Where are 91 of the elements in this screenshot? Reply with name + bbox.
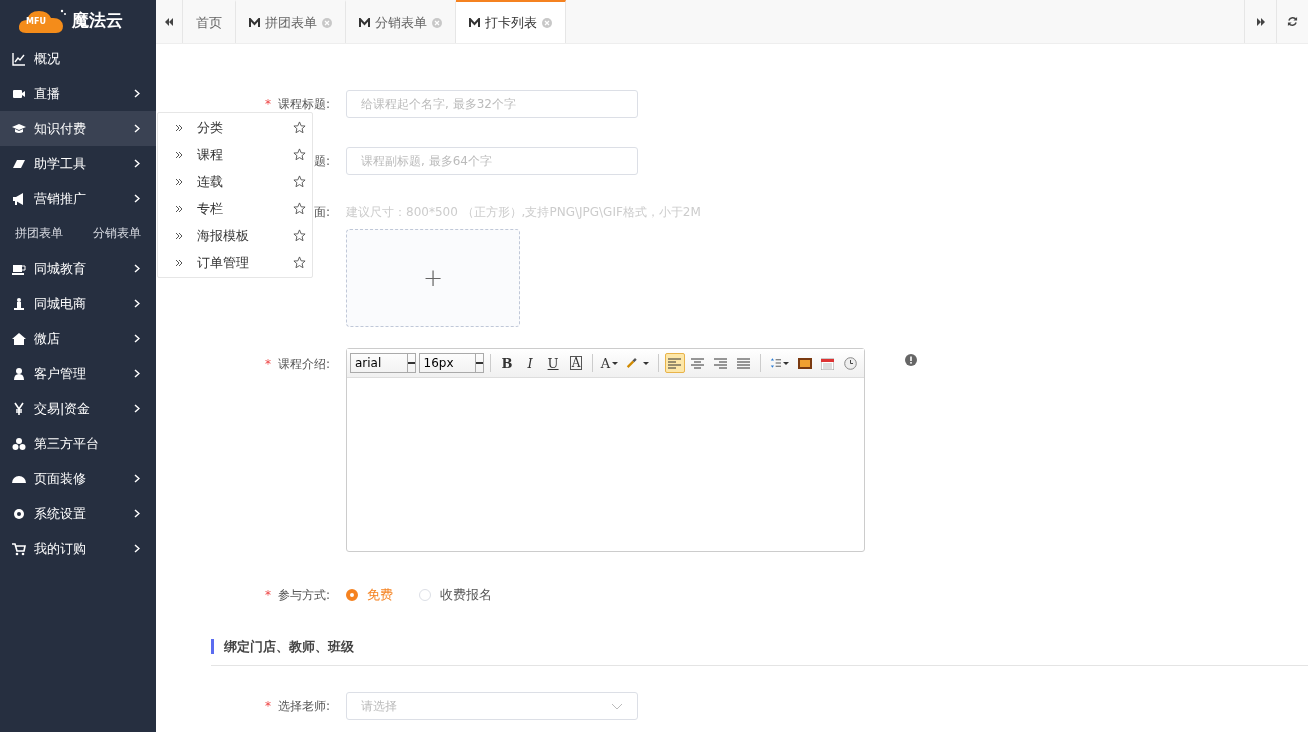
required-mark: * xyxy=(264,97,271,111)
clock-icon xyxy=(844,356,858,370)
section-title: 绑定门店、教师、班级 xyxy=(211,639,354,654)
double-chevron-icon xyxy=(175,177,183,186)
star-icon[interactable] xyxy=(293,175,306,188)
sidebar-item[interactable]: 客户管理 xyxy=(0,356,156,391)
sidebar-item[interactable]: 营销推广 xyxy=(0,181,156,216)
submenu-item[interactable]: 订单管理 xyxy=(158,249,312,276)
align-center-icon xyxy=(691,357,705,369)
double-chevron-icon xyxy=(175,231,183,240)
sidebar-item[interactable]: 知识付费 xyxy=(0,111,156,146)
megaphone-icon xyxy=(12,191,26,206)
star-icon[interactable] xyxy=(293,121,306,134)
field-label: 参与方式: xyxy=(277,586,330,604)
double-chevron-icon xyxy=(175,150,183,159)
rich-text-editor[interactable]: arial 16px B I U A A xyxy=(346,348,865,552)
cap-icon xyxy=(12,121,26,136)
align-left-icon xyxy=(668,357,682,369)
format-button[interactable]: A xyxy=(566,353,587,373)
format-button[interactable]: B xyxy=(497,353,518,373)
figure-icon xyxy=(12,296,26,311)
sidebar-item[interactable]: 同城教育 xyxy=(0,251,156,286)
close-icon[interactable] xyxy=(542,17,552,28)
m-icon xyxy=(249,17,260,28)
double-left-icon xyxy=(164,16,174,27)
field-label: 面: xyxy=(313,203,330,221)
brand-name: 魔法云 xyxy=(72,9,123,32)
close-icon[interactable] xyxy=(432,17,442,28)
star-icon[interactable] xyxy=(293,229,306,242)
close-icon[interactable] xyxy=(322,17,332,28)
chart-icon xyxy=(12,51,26,66)
double-right-icon xyxy=(1255,16,1266,27)
submenu-item[interactable]: 课程 xyxy=(158,141,312,168)
submenu-item[interactable]: 海报模板 xyxy=(158,222,312,249)
sidebar-item[interactable]: 我的订购 xyxy=(0,531,156,566)
sidebar-item[interactable]: 同城电商 xyxy=(0,286,156,321)
double-chevron-icon xyxy=(175,123,183,132)
tab[interactable]: 拼团表单 xyxy=(236,0,346,43)
required-mark: * xyxy=(264,699,271,713)
required-mark: * xyxy=(264,357,271,371)
sidebar-item[interactable]: 直播 xyxy=(0,76,156,111)
sidebar-item[interactable]: 概况 xyxy=(0,41,156,76)
star-icon[interactable] xyxy=(293,148,306,161)
radio-button[interactable] xyxy=(346,589,358,601)
double-chevron-icon xyxy=(175,258,183,267)
format-button[interactable]: U xyxy=(543,353,564,373)
field-label: 课程标题: xyxy=(277,95,330,113)
align-left-button[interactable] xyxy=(664,353,685,373)
calendar-icon xyxy=(821,356,835,370)
sidebar-item[interactable]: 助学工具 xyxy=(0,146,156,181)
double-chevron-icon xyxy=(175,204,183,213)
sidebar-item[interactable]: 第三方平台 xyxy=(0,426,156,461)
size-dropdown[interactable]: 16px xyxy=(418,353,485,373)
tab[interactable]: 首页 xyxy=(183,0,236,43)
format-button[interactable]: A xyxy=(598,353,621,373)
sidebar-item[interactable]: 交易|资金 xyxy=(0,391,156,426)
submenu-item[interactable]: 分类 xyxy=(158,114,312,141)
info-icon xyxy=(905,354,917,366)
chevron-down-icon xyxy=(611,702,623,710)
star-icon[interactable] xyxy=(293,256,306,269)
upload-area[interactable]: + xyxy=(346,229,520,327)
sidebar-link[interactable]: 分销表单 xyxy=(93,225,141,242)
submenu-item[interactable]: 连载 xyxy=(158,168,312,195)
logo-label: MFU xyxy=(26,17,46,26)
yen-icon xyxy=(12,401,26,416)
m-icon xyxy=(359,17,370,28)
format-button[interactable]: I xyxy=(520,353,541,373)
m-icon xyxy=(469,17,480,28)
radio-option[interactable]: 收费报名 xyxy=(419,586,492,604)
field-label: 题: xyxy=(313,152,330,170)
align-right-icon xyxy=(714,357,728,369)
sidebar-link[interactable]: 拼团表单 xyxy=(15,225,63,242)
image-icon xyxy=(798,357,812,369)
sidebar-item[interactable]: 微店 xyxy=(0,321,156,356)
home-icon xyxy=(12,331,26,346)
justify-icon xyxy=(737,357,751,369)
font-dropdown[interactable]: arial xyxy=(350,353,416,373)
field-label: 课程介绍: xyxy=(277,355,330,373)
user-icon xyxy=(12,366,26,381)
required-mark: * xyxy=(264,588,271,602)
submenu-item[interactable]: 专栏 xyxy=(158,195,312,222)
line-spacing-icon xyxy=(769,357,781,369)
sidebar-item[interactable]: 系统设置 xyxy=(0,496,156,531)
field-label: 选择老师: xyxy=(277,697,330,715)
star-icon[interactable] xyxy=(293,202,306,215)
text-field[interactable]: 课程副标题, 最多64个字 xyxy=(346,147,638,175)
cart-icon xyxy=(12,541,26,556)
sidebar-item[interactable]: 页面装修 xyxy=(0,461,156,496)
refresh-icon xyxy=(1287,16,1298,27)
text-field[interactable]: 给课程起个名字, 最多32个字 xyxy=(346,90,638,118)
tab[interactable]: 打卡列表 xyxy=(456,0,566,43)
